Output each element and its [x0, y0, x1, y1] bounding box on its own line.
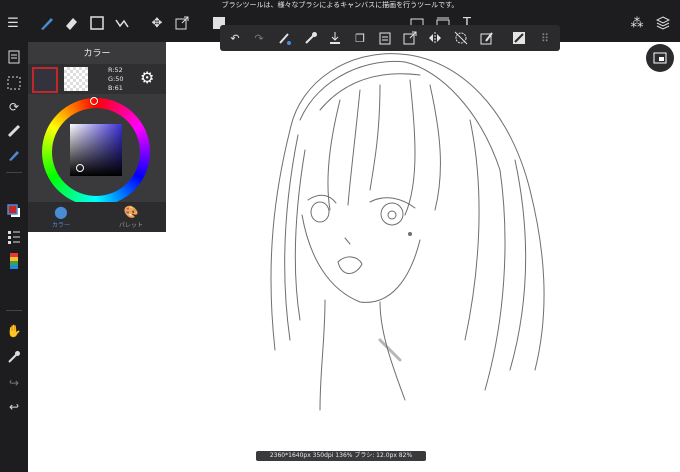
rgb-g: G:50 [108, 75, 124, 83]
move-icon[interactable]: ✥ [148, 14, 166, 32]
tab-color[interactable]: ⬤ カラー [36, 204, 86, 229]
background-color-swatch[interactable] [64, 67, 88, 91]
rotate-icon[interactable]: ⟳ [5, 98, 23, 116]
redo-icon[interactable]: ↪ [5, 374, 23, 392]
panel-tabs: ⬤ カラー 🎨 パレット [28, 202, 166, 232]
menu-icon[interactable]: ☰ [4, 14, 22, 32]
palette-icon: 🎨 [123, 205, 139, 219]
eraser-icon[interactable] [62, 14, 80, 32]
color-tab-icon: ⬤ [54, 205, 68, 219]
transform-icon[interactable] [173, 14, 191, 32]
rgb-b: B:61 [108, 84, 123, 92]
shape-icon[interactable] [88, 14, 106, 32]
canvas-sketch[interactable] [230, 40, 560, 452]
left-toolbar: ⟳ ✋ ↪ ↩ [0, 42, 28, 472]
navigator-button[interactable] [646, 44, 674, 72]
selection-icon[interactable] [5, 74, 23, 92]
layer-list-icon[interactable] [5, 228, 23, 246]
eyedropper-icon[interactable] [5, 348, 23, 366]
materials-icon[interactable]: ⁂ [628, 14, 646, 32]
rgb-r: R:52 [108, 66, 123, 74]
gear-icon[interactable]: ⚙ [140, 68, 154, 87]
brush-icon[interactable] [38, 14, 56, 32]
foreground-color-swatch[interactable] [32, 67, 58, 93]
color-bar-icon[interactable] [5, 252, 23, 270]
undo-icon[interactable]: ↩ [5, 398, 23, 416]
tool-tip-text: ブラシツールは、様々なブラシによるキャンバスに描画を行うツールです。 [221, 1, 459, 9]
color-panel: カラー R:52 G:50 B:61 ⚙ ⬤ カラー 🎨 パレット [28, 42, 166, 232]
status-bar: 2360*1640px 350dpi 136% ブラシ: 12.0px 82% [256, 451, 426, 461]
panel-title: カラー [83, 49, 111, 59]
brush-settings-icon[interactable] [5, 146, 23, 164]
color-icon[interactable] [5, 202, 23, 220]
hue-marker[interactable] [90, 97, 98, 105]
rgb-readout: R:52 G:50 B:61 [108, 66, 124, 93]
color-marker[interactable] [76, 164, 84, 172]
page-icon[interactable] [5, 48, 23, 66]
color-swatch-row: R:52 G:50 B:61 ⚙ [28, 64, 166, 94]
ruler-icon[interactable] [5, 122, 23, 140]
hand-icon[interactable]: ✋ [5, 322, 23, 340]
selection-pen-icon[interactable] [113, 14, 131, 32]
hue-wheel[interactable] [42, 97, 150, 206]
tab-palette[interactable]: 🎨 パレット [106, 204, 156, 229]
layers-icon[interactable] [654, 14, 672, 32]
